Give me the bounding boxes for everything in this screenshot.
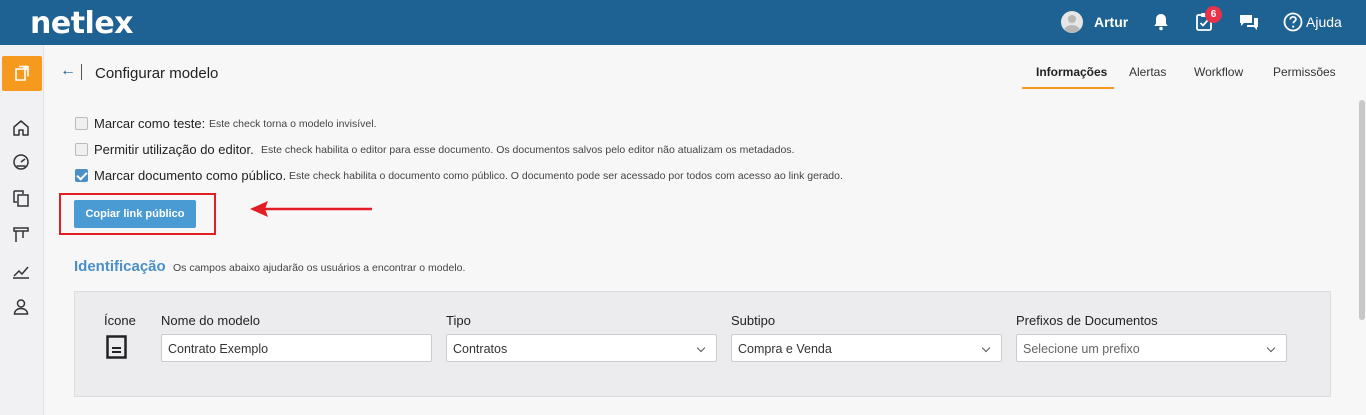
label-subtipo: Subtipo (731, 313, 776, 328)
top-bar: netlex Artur 6 Ajuda (0, 0, 1366, 45)
desc-permitir-editor: Este check habilita o editor para esse d… (261, 144, 795, 156)
section-description: Os campos abaixo ajudarão os usuários a … (173, 262, 466, 274)
bell-icon[interactable] (1150, 11, 1172, 33)
chat-icon[interactable] (1238, 11, 1260, 33)
annotation-arrow-icon (250, 201, 372, 217)
tipo-select[interactable]: Contratos (446, 334, 717, 362)
checkbox-marcar-teste[interactable] (75, 117, 88, 130)
header-divider (81, 64, 82, 80)
new-document-button[interactable] (2, 56, 42, 91)
left-sidebar (0, 45, 44, 415)
label-marcar-teste[interactable]: Marcar como teste: (94, 116, 205, 131)
documents-icon[interactable] (11, 188, 31, 208)
scrollbar-thumb[interactable] (1359, 100, 1365, 320)
annotation-highlight-box (59, 193, 216, 235)
label-tipo: Tipo (446, 313, 471, 328)
desc-marcar-teste: Este check torna o modelo invisível. (209, 118, 377, 130)
page-title: Configurar modelo (95, 65, 219, 82)
dashboard-icon[interactable] (11, 152, 31, 172)
label-documento-publico[interactable]: Marcar documento como público. (94, 168, 286, 183)
help-label[interactable]: Ajuda (1306, 14, 1342, 30)
user-icon[interactable] (11, 297, 31, 317)
back-arrow-icon[interactable]: ← (60, 62, 76, 80)
label-prefixos: Prefixos de Documentos (1016, 313, 1158, 328)
home-icon[interactable] (11, 118, 31, 138)
section-title: Identificação (74, 258, 166, 275)
label-icone: Ícone (104, 313, 136, 328)
tab-permissoes[interactable]: Permissões (1273, 65, 1336, 79)
new-document-icon (15, 65, 29, 81)
tab-workflow[interactable]: Workflow (1194, 65, 1243, 79)
analytics-icon[interactable] (11, 261, 31, 281)
tasks-badge: 6 (1205, 6, 1222, 23)
avatar[interactable] (1061, 11, 1083, 33)
subtipo-select[interactable]: Compra e Venda (731, 334, 1002, 362)
tab-informacoes[interactable]: Informações (1036, 65, 1107, 79)
active-tab-indicator (1022, 87, 1114, 89)
netlex-logo[interactable]: netlex (30, 6, 134, 41)
board-icon[interactable] (11, 225, 31, 245)
desc-documento-publico: Este check habilita o documento como púb… (289, 170, 843, 182)
label-nome-modelo: Nome do modelo (161, 313, 260, 328)
prefixos-select[interactable]: Selecione um prefixo (1016, 334, 1287, 362)
help-icon[interactable] (1282, 11, 1304, 33)
user-name[interactable]: Artur (1094, 14, 1128, 30)
nome-modelo-input[interactable]: Contrato Exemplo (161, 334, 432, 362)
checkbox-documento-publico[interactable] (75, 169, 88, 182)
checkbox-permitir-editor[interactable] (75, 143, 88, 156)
document-icon[interactable] (106, 335, 127, 359)
label-permitir-editor[interactable]: Permitir utilização do editor. (94, 142, 254, 157)
tab-alertas[interactable]: Alertas (1129, 65, 1166, 79)
